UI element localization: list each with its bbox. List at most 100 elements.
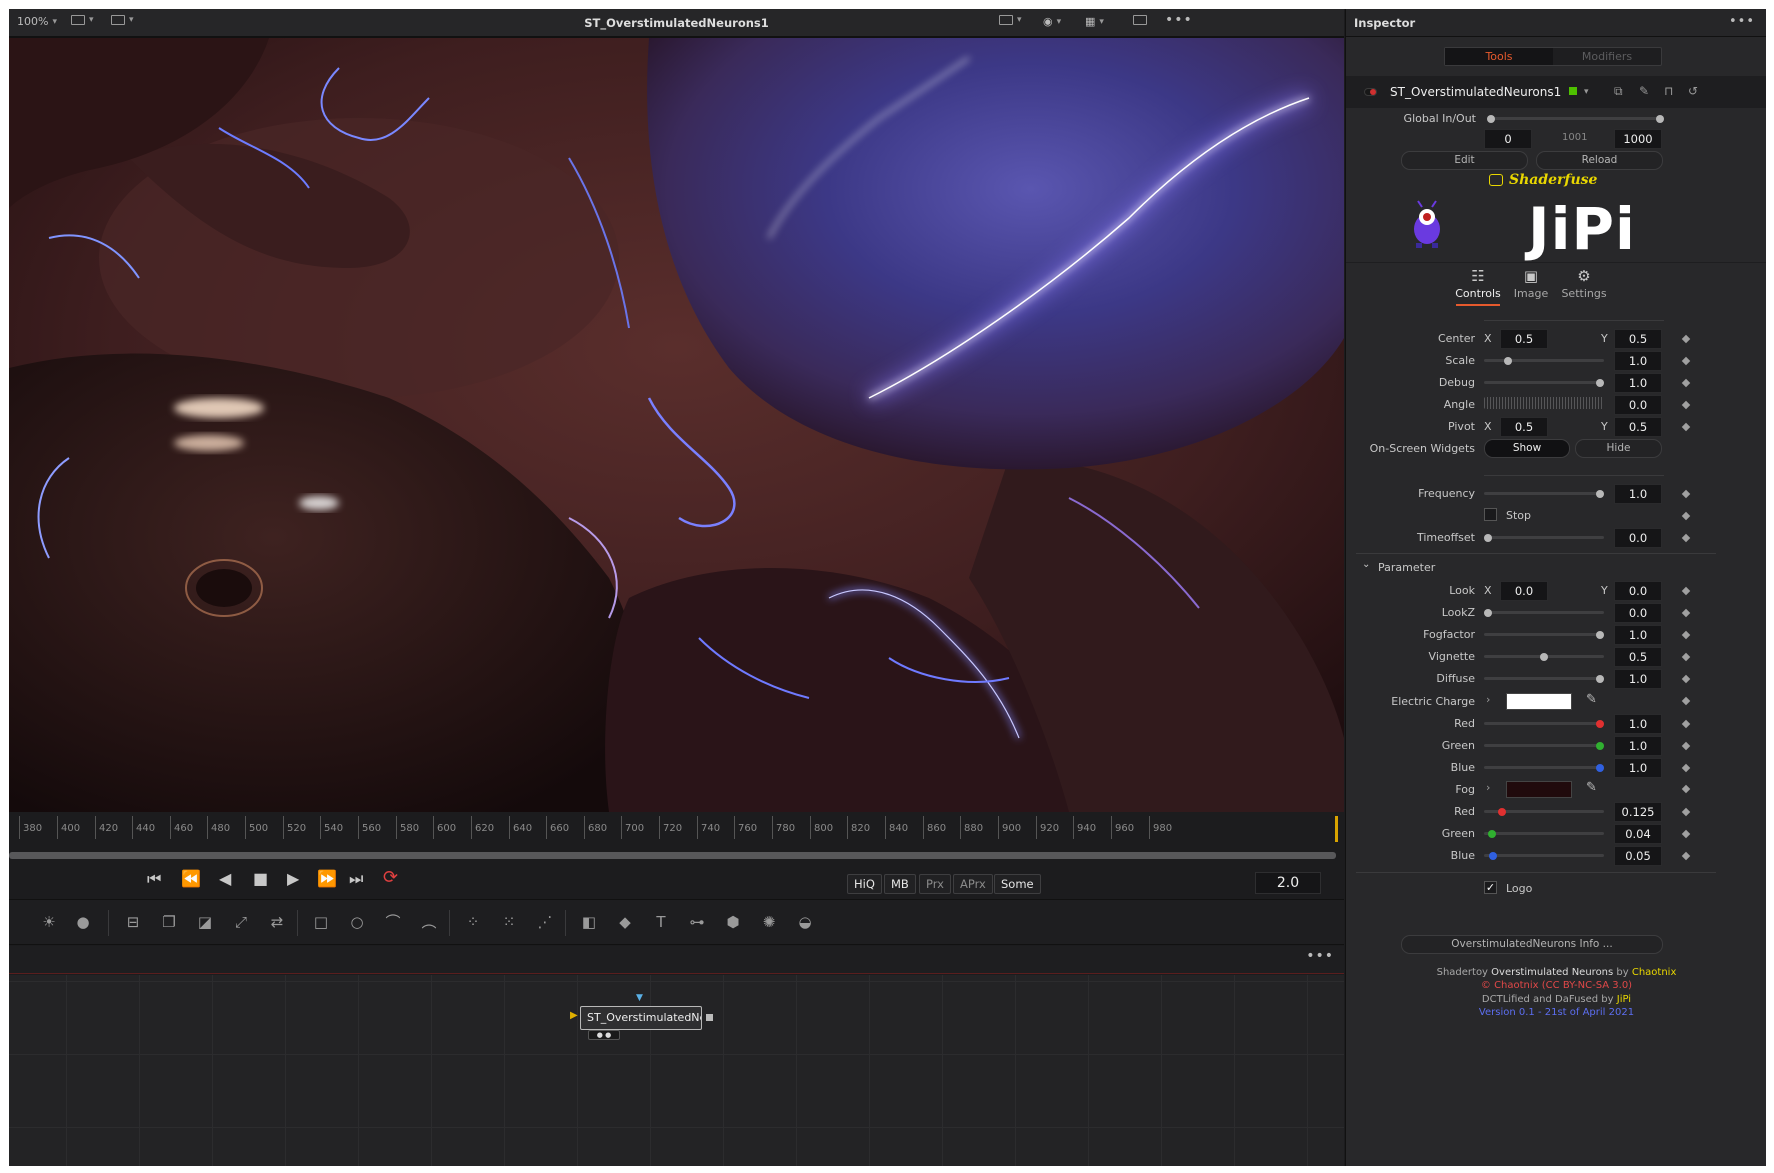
- author-link[interactable]: Chaotnix: [1632, 967, 1677, 978]
- lookz-field[interactable]: 0.0: [1614, 603, 1662, 623]
- scale-slider[interactable]: [1484, 359, 1604, 362]
- fogfactor-field[interactable]: 1.0: [1614, 625, 1662, 645]
- timeoffset-field[interactable]: 0.0: [1614, 528, 1662, 548]
- eyedropper-icon[interactable]: ✎: [1586, 780, 1597, 795]
- logo-checkbox[interactable]: ✓: [1484, 881, 1497, 894]
- slider-knob[interactable]: [1498, 808, 1506, 816]
- pivot-y-field[interactable]: 0.5: [1614, 417, 1662, 437]
- background-icon[interactable]: ☀: [37, 910, 61, 934]
- fogfactor-slider[interactable]: [1484, 633, 1604, 636]
- camera3d-icon[interactable]: ⬢: [721, 910, 745, 934]
- rectangle-mask-icon[interactable]: □: [309, 910, 333, 934]
- info-button[interactable]: OverstimulatedNeurons Info ...: [1401, 935, 1663, 954]
- angle-field[interactable]: 0.0: [1614, 395, 1662, 415]
- tab-modifiers[interactable]: Modifiers: [1553, 48, 1661, 65]
- fog-green-slider[interactable]: [1484, 832, 1604, 835]
- loader-icon[interactable]: ⊟: [121, 910, 145, 934]
- keyframe-icon[interactable]: [1681, 400, 1691, 410]
- parameter-section-header[interactable]: Parameter: [1378, 561, 1435, 574]
- render-view[interactable]: [9, 38, 1344, 812]
- lookz-slider[interactable]: [1484, 611, 1604, 614]
- keyframe-icon[interactable]: [1681, 630, 1691, 640]
- slider-knob[interactable]: [1596, 764, 1604, 772]
- frequency-field[interactable]: 1.0: [1614, 484, 1662, 504]
- aprx-toggle[interactable]: APrx: [953, 874, 993, 894]
- keyframe-icon[interactable]: [1681, 511, 1691, 521]
- slider-knob[interactable]: [1596, 720, 1604, 728]
- keyframe-icon[interactable]: [1681, 652, 1691, 662]
- electric-charge-swatch[interactable]: [1506, 693, 1572, 710]
- keyframe-icon[interactable]: [1681, 334, 1691, 344]
- slider-knob[interactable]: [1489, 852, 1497, 860]
- slider-knob[interactable]: [1596, 675, 1604, 683]
- particle-render-icon[interactable]: ⁙: [497, 910, 521, 934]
- node-output-icon[interactable]: [706, 1014, 713, 1021]
- polygon-mask-icon[interactable]: ⌒: [381, 910, 405, 934]
- more-options-icon[interactable]: •••: [1165, 12, 1193, 28]
- angle-thumbwheel[interactable]: [1484, 397, 1604, 409]
- keyframe-icon[interactable]: [1681, 608, 1691, 618]
- merge-icon[interactable]: ❐: [157, 910, 181, 934]
- lut-button[interactable]: [1133, 15, 1147, 25]
- electric-red-field[interactable]: 1.0: [1614, 714, 1662, 734]
- keyframe-icon[interactable]: [1681, 586, 1691, 596]
- vignette-field[interactable]: 0.5: [1614, 647, 1662, 667]
- look-y-field[interactable]: 0.0: [1614, 581, 1662, 601]
- particle-style-icon[interactable]: ⋰: [533, 910, 557, 934]
- keyframe-icon[interactable]: [1681, 422, 1691, 432]
- electric-blue-slider[interactable]: [1484, 766, 1604, 769]
- some-toggle[interactable]: Some: [994, 874, 1041, 894]
- keyframe-icon[interactable]: [1681, 784, 1691, 794]
- fog-red-field[interactable]: 0.125: [1614, 802, 1662, 822]
- fog-blue-field[interactable]: 0.05: [1614, 846, 1662, 866]
- slider-knob[interactable]: [1484, 609, 1492, 617]
- debug-field[interactable]: 1.0: [1614, 373, 1662, 393]
- eyedropper-icon[interactable]: ✎: [1586, 692, 1597, 707]
- global-in-field[interactable]: 0: [1484, 129, 1532, 149]
- diffuse-field[interactable]: 1.0: [1614, 669, 1662, 689]
- step-forward-icon[interactable]: ⏩: [317, 869, 337, 888]
- time-ruler[interactable]: 380 400 420 440 460 480 500 520 540 560 …: [9, 812, 1344, 849]
- lock-icon[interactable]: ⊓: [1664, 84, 1673, 98]
- keyframe-icon[interactable]: [1681, 719, 1691, 729]
- tab-controls[interactable]: ☷ Controls: [1453, 267, 1503, 300]
- chevron-down-icon[interactable]: ⌄: [1362, 559, 1370, 570]
- tab-tools[interactable]: Tools: [1445, 48, 1553, 65]
- slider-knob[interactable]: [1488, 830, 1496, 838]
- fog-green-field[interactable]: 0.04: [1614, 824, 1662, 844]
- renderer3d-icon[interactable]: ◒: [793, 910, 817, 934]
- scale-field[interactable]: 1.0: [1614, 351, 1662, 371]
- look-x-field[interactable]: 0.0: [1500, 581, 1548, 601]
- shader-node[interactable]: ST_OverstimulatedNe...: [580, 1006, 702, 1030]
- slider-knob[interactable]: [1596, 742, 1604, 750]
- show-widgets-button[interactable]: Show: [1484, 439, 1570, 458]
- keyframe-icon[interactable]: [1681, 829, 1691, 839]
- global-inout-range[interactable]: [1491, 117, 1661, 120]
- image-plane-icon[interactable]: ◧: [577, 910, 601, 934]
- fog-blue-slider[interactable]: [1484, 854, 1604, 857]
- stop-checkbox[interactable]: [1484, 508, 1497, 521]
- tool-color-swatch[interactable]: [1569, 87, 1577, 95]
- center-x-field[interactable]: 0.5: [1500, 329, 1548, 349]
- center-y-field[interactable]: 0.5: [1614, 329, 1662, 349]
- chevron-right-icon[interactable]: ›: [1486, 781, 1490, 794]
- keyframe-icon[interactable]: [1681, 674, 1691, 684]
- merge3d-icon[interactable]: ⊶: [685, 910, 709, 934]
- shape3d-icon[interactable]: ◆: [613, 910, 637, 934]
- slider-knob[interactable]: [1504, 357, 1512, 365]
- color-channel-button[interactable]: ◉ ▾: [1043, 15, 1061, 28]
- prx-toggle[interactable]: Prx: [919, 874, 951, 894]
- keyframe-icon[interactable]: [1681, 533, 1691, 543]
- keyframe-icon[interactable]: [1681, 696, 1691, 706]
- fog-color-swatch[interactable]: [1506, 781, 1572, 798]
- node-mask-input-icon[interactable]: ▼: [636, 993, 643, 1003]
- keyframe-icon[interactable]: [1681, 378, 1691, 388]
- versions-icon[interactable]: ⧉: [1614, 84, 1623, 99]
- hide-widgets-button[interactable]: Hide: [1575, 439, 1662, 458]
- tool-enable-toggle[interactable]: [1364, 88, 1377, 96]
- keyframe-icon[interactable]: [1681, 851, 1691, 861]
- text3d-icon[interactable]: T: [649, 910, 673, 934]
- node-editor[interactable]: ▼ ▶ ST_OverstimulatedNe... ● ●: [9, 975, 1344, 1166]
- tab-image[interactable]: ▣ Image: [1506, 267, 1556, 300]
- matte-icon[interactable]: ◪: [193, 910, 217, 934]
